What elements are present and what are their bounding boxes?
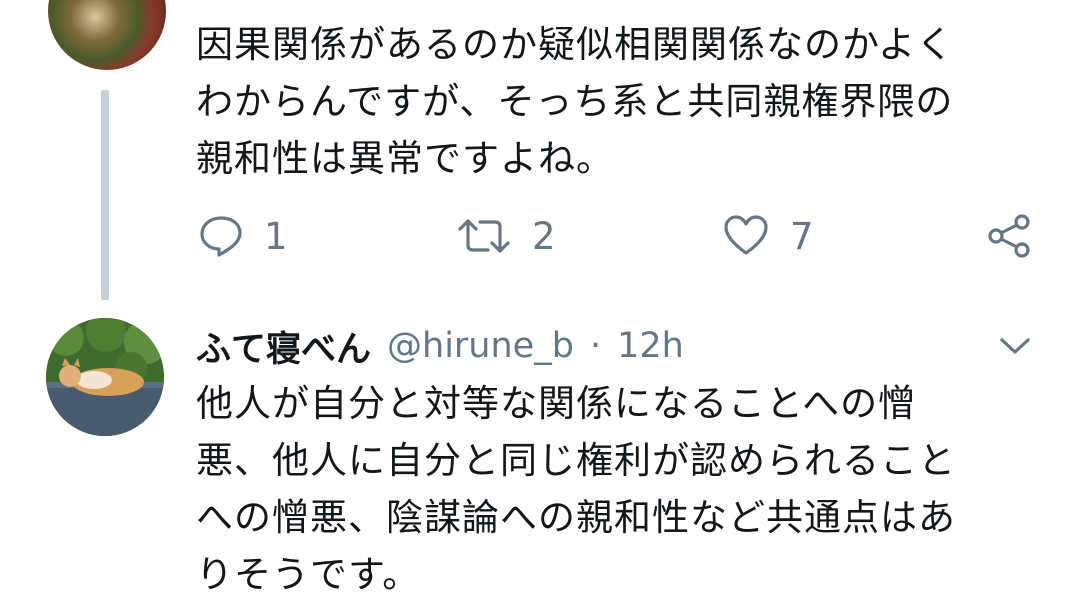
retweet-icon [456,213,512,259]
user-avatar-1[interactable] [48,0,166,70]
tweet-timestamp[interactable]: 12h [617,326,684,366]
chevron-down-icon [998,338,1032,362]
tweet-1-line: 親和性は異常ですよね。 [196,137,614,180]
share-icon [986,212,1034,260]
tweet-1-line: 因果関係があるのか疑似相関関係なのかよく [196,23,955,66]
tweet-2-line: への憎悪、陰謀論への親和性など共通点はあ [196,496,956,539]
tweet-2-header: ふて寝べん @hirune_b · 12h [196,318,684,374]
separator-dot: · [589,326,602,366]
display-name[interactable]: ふて寝べん [196,321,371,372]
reply-count: 1 [264,214,288,258]
share-button[interactable] [986,208,1034,264]
heart-icon [722,213,770,259]
thread-connector-line [101,90,109,300]
tweet-1-line: わからんですが、そっち系と共同親権界隈の [196,80,954,123]
retweet-count: 2 [532,214,556,258]
tweet-menu-button[interactable] [998,334,1032,362]
tweet-2-text: 他人が自分と対等な関係になることへの憎 悪、他人に自分と同じ権利が認められること… [196,375,1056,603]
cat-photo [46,318,164,436]
retweet-button[interactable]: 2 [456,208,556,264]
tweet-2-line: 悪、他人に自分と同じ権利が認められること [196,439,956,482]
tweet-1-text: 因果関係があるのか疑似相関関係なのかよく わからんですが、そっち系と共同親権界隈… [196,16,1056,187]
reply-icon [198,213,244,259]
reply-button[interactable]: 1 [198,208,288,264]
user-handle[interactable]: @hirune_b [387,326,574,366]
tweet-2-line: 他人が自分と対等な関係になることへの憎 [196,382,917,425]
user-avatar-2[interactable] [46,318,164,436]
like-button[interactable]: 7 [722,208,814,264]
like-count: 7 [790,214,814,258]
tweet-2-line: りそうです。 [196,553,421,596]
